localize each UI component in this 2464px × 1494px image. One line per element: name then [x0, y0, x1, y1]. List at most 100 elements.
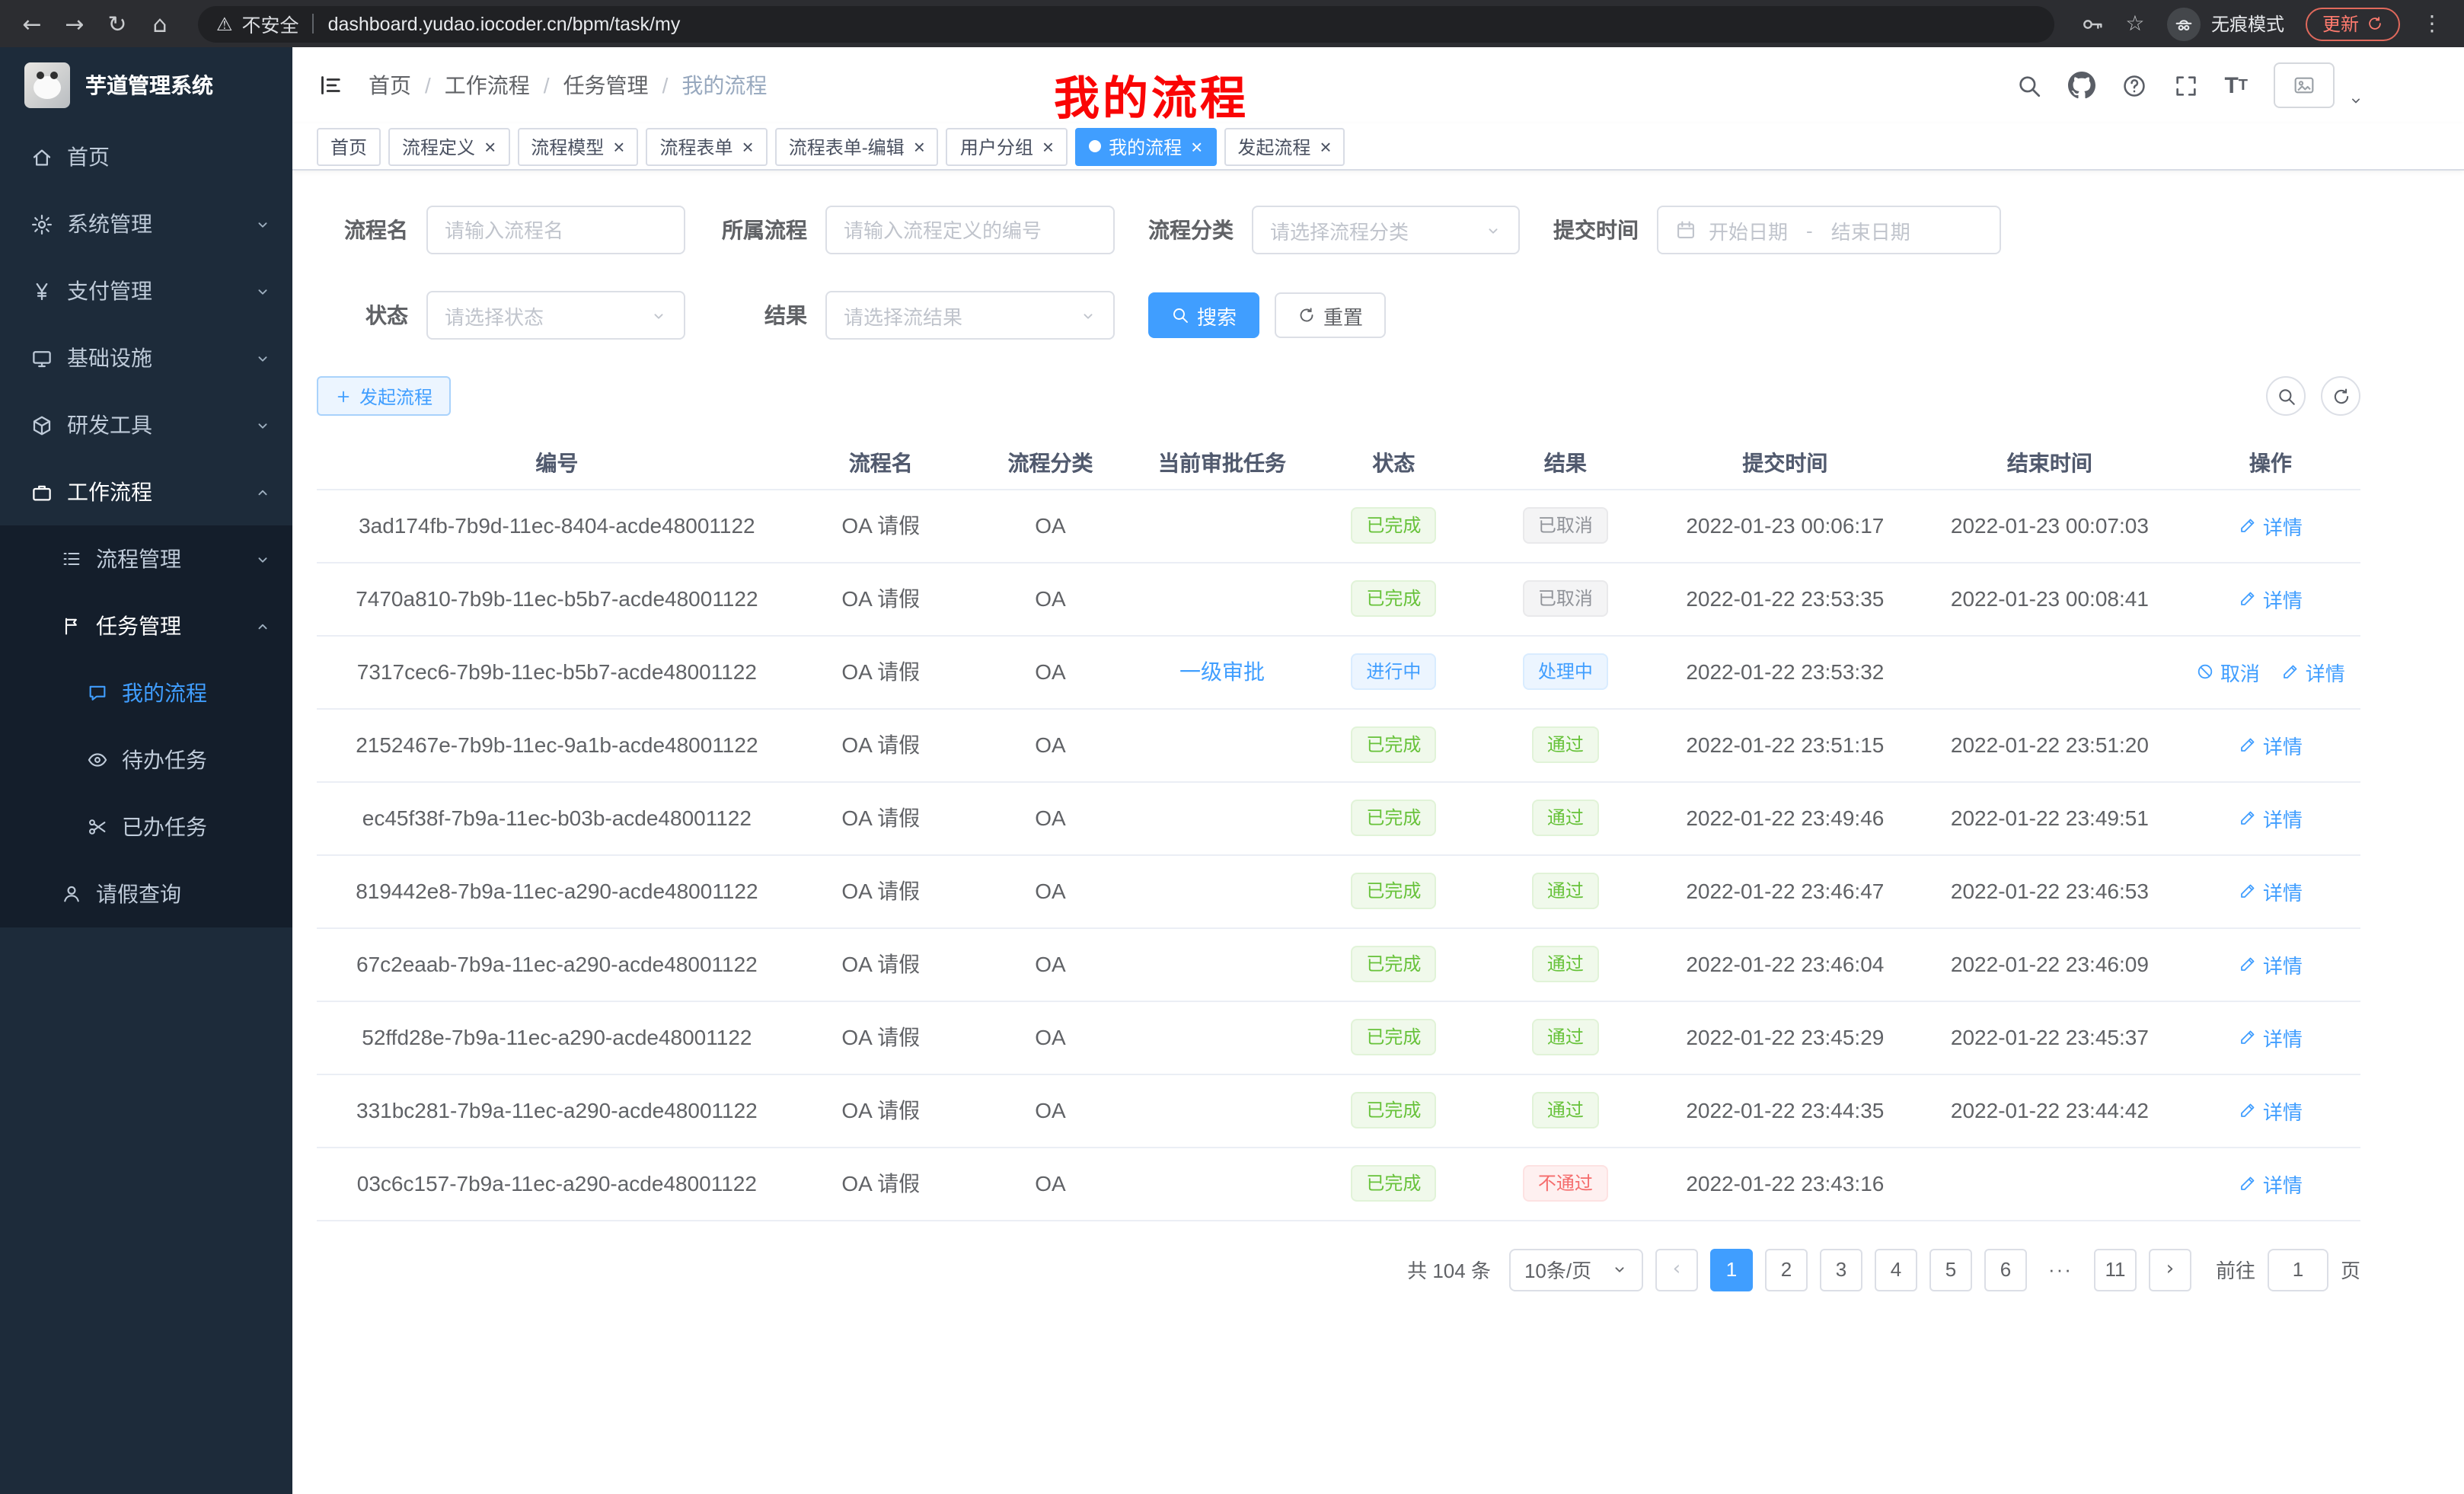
goto-page-input[interactable] — [2268, 1248, 2328, 1291]
next-page-button[interactable]: › — [2149, 1248, 2191, 1291]
breadcrumb-task-mgmt[interactable]: 任务管理 — [563, 70, 649, 101]
close-icon[interactable]: × — [1320, 136, 1331, 156]
page-button-last[interactable]: 11 — [2094, 1248, 2137, 1291]
cancel-link[interactable]: 取消 — [2196, 657, 2260, 686]
font-size-icon[interactable]: TT — [2224, 72, 2248, 98]
result-badge: 通过 — [1532, 873, 1599, 909]
detail-link[interactable]: 详情 — [2239, 1169, 2303, 1198]
detail-link[interactable]: 详情 — [2239, 803, 2303, 832]
page-button-3[interactable]: 3 — [1820, 1248, 1862, 1291]
detail-link[interactable]: 详情 — [2239, 1096, 2303, 1125]
process-category-select[interactable]: 请选择流程分类 — [1252, 206, 1520, 254]
tab-user-group[interactable]: 用户分组× — [946, 127, 1068, 165]
breadcrumb-home[interactable]: 首页 — [369, 70, 411, 101]
page-size-select[interactable]: 10条/页 — [1509, 1248, 1643, 1291]
status-badge: 已完成 — [1351, 726, 1436, 763]
passwords-key-icon[interactable] — [2076, 7, 2109, 40]
refresh-table-icon[interactable] — [2321, 376, 2360, 416]
back-icon[interactable]: ← — [15, 7, 49, 40]
security-indicator[interactable]: ⚠ 不安全 — [216, 9, 299, 38]
sidebar-item-process-mgmt[interactable]: 流程管理 — [0, 525, 292, 592]
sidebar-item-workflow[interactable]: 工作流程 — [0, 458, 292, 525]
page-button-4[interactable]: 4 — [1875, 1248, 1917, 1291]
sidebar-item-devtools[interactable]: 研发工具 — [0, 391, 292, 458]
sidebar-item-system[interactable]: 系统管理 — [0, 190, 292, 257]
status-select[interactable]: 请选择状态 — [426, 291, 685, 340]
address-bar[interactable]: ⚠ 不安全 dashboard.yudao.iocoder.cn/bpm/tas… — [198, 5, 2054, 42]
avatar-caret-icon[interactable] — [2348, 93, 2363, 108]
tabs-bar: 首页 流程定义× 流程模型× 流程表单× 流程表单-编辑× 用户分组× 我的流程… — [292, 123, 2464, 171]
main-area: 首页 / 工作流程 / 任务管理 / 我的流程 我的流程 TT 首页 — [292, 47, 2464, 1494]
close-icon[interactable]: × — [742, 136, 754, 156]
close-icon[interactable]: × — [914, 136, 925, 156]
close-icon[interactable]: × — [613, 136, 624, 156]
start-process-button[interactable]: 发起流程 — [317, 376, 451, 416]
close-icon[interactable]: × — [1191, 136, 1202, 156]
sidebar-item-done-tasks[interactable]: 已办任务 — [0, 793, 292, 860]
process-definition-input[interactable] — [844, 219, 1096, 241]
result-badge: 已取消 — [1523, 580, 1608, 617]
security-label: 不安全 — [242, 9, 299, 38]
detail-link[interactable]: 详情 — [2239, 876, 2303, 905]
fullscreen-icon[interactable] — [2172, 72, 2198, 98]
more-pages-button[interactable]: ··· — [2039, 1248, 2082, 1291]
update-button[interactable]: 更新 — [2306, 7, 2400, 40]
process-name-input[interactable] — [445, 219, 667, 241]
current-task-link[interactable]: 一级审批 — [1179, 659, 1265, 684]
collapse-sidebar-icon[interactable] — [317, 72, 344, 99]
browser-home-icon[interactable]: ⌂ — [143, 7, 177, 40]
tab-process-form-edit[interactable]: 流程表单-编辑× — [775, 127, 939, 165]
chat-bubble-icon — [87, 682, 108, 704]
tab-process-definition[interactable]: 流程定义× — [388, 127, 509, 165]
search-button[interactable]: 搜索 — [1148, 292, 1259, 338]
reset-button[interactable]: 重置 — [1275, 292, 1386, 338]
page-button-2[interactable]: 2 — [1765, 1248, 1808, 1291]
page-button-1[interactable]: 1 — [1710, 1248, 1753, 1291]
close-icon[interactable]: × — [1042, 136, 1054, 156]
detail-link[interactable]: 详情 — [2239, 730, 2303, 759]
avatar[interactable] — [2274, 62, 2335, 108]
browser-menu-icon[interactable]: ⋮ — [2415, 7, 2449, 40]
sidebar-item-task-mgmt[interactable]: 任务管理 — [0, 592, 292, 659]
result-badge: 通过 — [1532, 726, 1599, 763]
show-search-icon[interactable] — [2266, 376, 2306, 416]
forward-icon[interactable]: → — [58, 7, 91, 40]
result-select[interactable]: 请选择流结果 — [825, 291, 1115, 340]
help-icon[interactable] — [2121, 72, 2146, 98]
search-icon[interactable] — [2016, 72, 2041, 98]
sidebar-item-infra[interactable]: 基础设施 — [0, 324, 292, 391]
sidebar-item-payment[interactable]: 支付管理 — [0, 257, 292, 324]
omnibox-divider — [313, 14, 314, 34]
sidebar-item-todo-tasks[interactable]: 待办任务 — [0, 726, 292, 793]
update-refresh-icon — [2367, 15, 2383, 32]
close-icon[interactable]: × — [484, 136, 496, 156]
detail-link[interactable]: 详情 — [2239, 950, 2303, 978]
table-row: 331bc281-7b9a-11ec-a290-acde48001122 OA … — [317, 1074, 2360, 1147]
status-badge: 进行中 — [1351, 653, 1436, 690]
page-button-6[interactable]: 6 — [1984, 1248, 2027, 1291]
tab-start-process[interactable]: 发起流程× — [1224, 127, 1345, 165]
detail-link[interactable]: 详情 — [2281, 657, 2345, 686]
sidebar-item-home[interactable]: 首页 — [0, 123, 292, 190]
reload-icon[interactable]: ↻ — [101, 7, 134, 40]
table-row: 2152467e-7b9b-11ec-9a1b-acde48001122 OA … — [317, 708, 2360, 781]
prev-page-button[interactable]: ‹ — [1655, 1248, 1698, 1291]
edit-icon — [2239, 1174, 2257, 1192]
detail-link[interactable]: 详情 — [2239, 584, 2303, 613]
page-root: ← → ↻ ⌂ ⚠ 不安全 dashboard.yudao.iocoder.cn… — [0, 0, 2464, 1494]
breadcrumb-workflow[interactable]: 工作流程 — [445, 70, 530, 101]
github-icon[interactable] — [2067, 72, 2095, 99]
page-button-5[interactable]: 5 — [1929, 1248, 1972, 1291]
tab-process-form[interactable]: 流程表单× — [646, 127, 767, 165]
sidebar-item-leave-query[interactable]: 请假查询 — [0, 860, 292, 927]
sidebar-item-my-process[interactable]: 我的流程 — [0, 659, 292, 726]
bookmark-star-icon[interactable]: ☆ — [2118, 7, 2152, 40]
date-range-picker[interactable]: 开始日期 - 结束日期 — [1657, 206, 2001, 254]
detail-link[interactable]: 详情 — [2239, 1023, 2303, 1052]
tab-home[interactable]: 首页 — [317, 127, 381, 165]
tab-process-model[interactable]: 流程模型× — [517, 127, 638, 165]
detail-link[interactable]: 详情 — [2239, 511, 2303, 540]
chevron-up-icon — [254, 618, 271, 634]
tab-my-process[interactable]: 我的流程× — [1075, 127, 1216, 165]
edit-icon — [2239, 955, 2257, 973]
